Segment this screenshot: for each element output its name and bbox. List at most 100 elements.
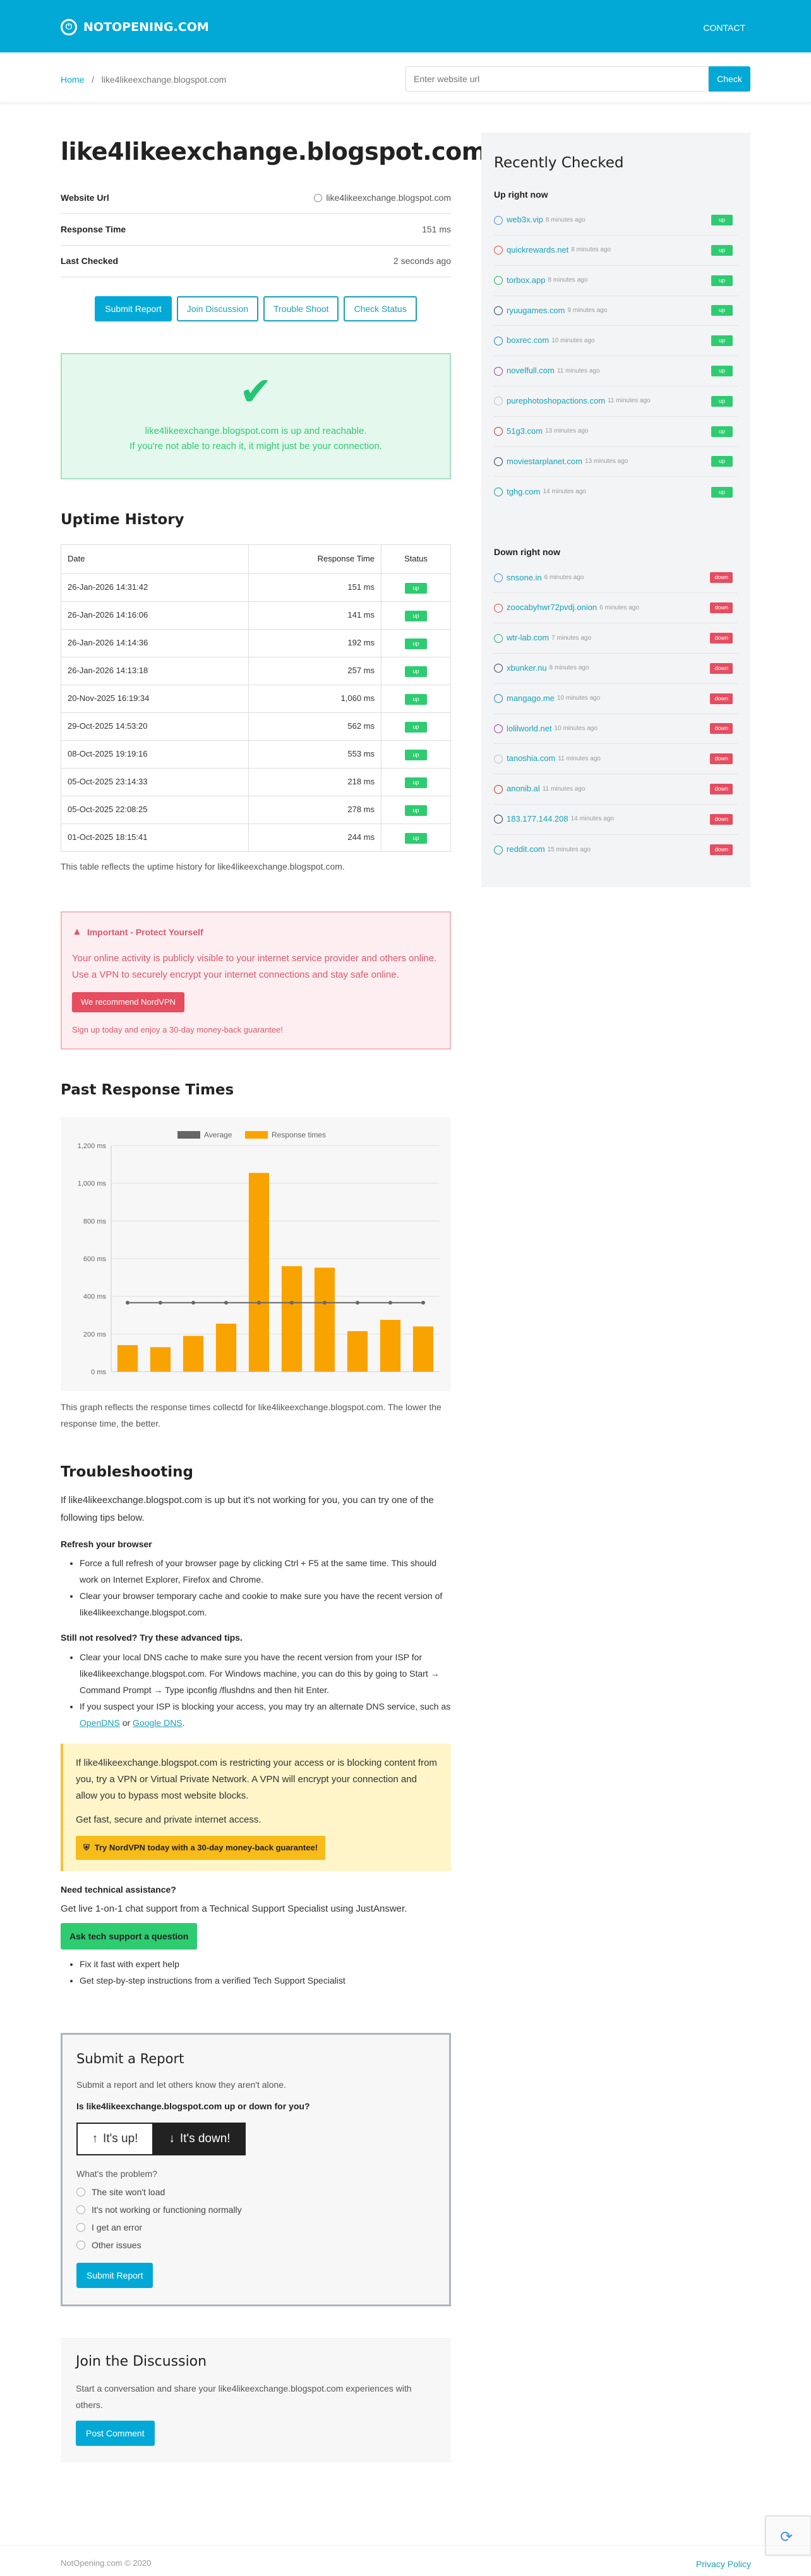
site-link[interactable]: zoocabyhwr72pvdj.onion: [507, 601, 597, 614]
option-site-wont-load[interactable]: The site won't load: [76, 2183, 435, 2201]
site-link[interactable]: xbunker.nu: [507, 662, 547, 675]
vpn-suggestion-text: If like4likeexchange.blogspot.com is res…: [76, 1757, 437, 1801]
globe-icon: [314, 193, 323, 202]
site-link[interactable]: torbox.app: [507, 274, 545, 287]
legend-swatch-average: [177, 1130, 200, 1139]
option-error[interactable]: I get an error: [76, 2219, 435, 2236]
check-button[interactable]: Check: [709, 66, 750, 92]
report-question: Is like4likeexchange.blogspot.com up or …: [76, 2101, 310, 2112]
site-link[interactable]: web3x.vip: [507, 213, 543, 227]
shield-icon: ⛨: [83, 1842, 90, 1852]
post-comment-button[interactable]: Post Comment: [76, 2421, 155, 2447]
option-label: The site won't load: [92, 2186, 165, 2197]
site-link[interactable]: tghg.com: [507, 486, 540, 499]
status-line-2: If you're not able to reach it, it might…: [129, 440, 382, 452]
site-link[interactable]: mangago.me: [507, 692, 555, 705]
brand-logo[interactable]: ⏻ NOTOPENING.COM: [61, 18, 209, 37]
response-time-value: 151 ms: [422, 224, 451, 235]
row-response-time: 562 ms: [248, 712, 381, 741]
list-item: ryuugames.com 9 minutes ago up: [494, 296, 738, 326]
list-item: tghg.com 14 minutes ago up: [494, 477, 738, 507]
sidebar-heading: Recently Checked: [494, 155, 624, 171]
status-badge: down: [710, 753, 733, 765]
site-link[interactable]: ryuugames.com: [507, 304, 565, 318]
refresh-tip-1: Force a full refresh of your browser pag…: [80, 1555, 451, 1588]
up-now-heading: Up right now: [494, 189, 548, 200]
action-buttons: Submit Report Join Discussion Trouble Sh…: [61, 296, 451, 321]
site-link[interactable]: novelfull.com: [507, 364, 555, 378]
status-badge: down: [710, 633, 733, 644]
list-item: lolilworld.net 10 minutes ago down: [494, 714, 738, 745]
breadcrumb-home[interactable]: Home: [61, 75, 84, 85]
privacy-policy-link[interactable]: Privacy Policy: [696, 2557, 751, 2571]
row-date: 01-Oct-2025 18:15:41: [61, 823, 249, 852]
site-link[interactable]: purephotoshopactions.com: [507, 395, 605, 408]
status-badge: up: [405, 582, 427, 594]
recommend-vpn-button[interactable]: We recommend NordVPN: [72, 991, 185, 1013]
try-nordvpn-button[interactable]: ⛨ Try NordVPN today with a 30-day money-…: [76, 1835, 326, 1860]
site-link[interactable]: 51g3.com: [507, 425, 543, 438]
refresh-tip-2: Clear your browser temporary cache and c…: [80, 1588, 451, 1620]
submit-report-button[interactable]: Submit Report: [95, 296, 172, 321]
list-item: mangago.me 10 minutes ago down: [494, 684, 738, 714]
site-link[interactable]: 183.177.144.208: [507, 813, 568, 826]
row-status: up: [381, 712, 451, 741]
col-status: Status: [381, 544, 451, 574]
status-badge: up: [405, 777, 427, 788]
favicon-icon: [494, 694, 503, 704]
radio-icon: [76, 2188, 85, 2197]
opendns-link[interactable]: OpenDNS: [80, 1718, 120, 1728]
warning-icon: ▲: [72, 926, 82, 937]
checked-time: 8 minutes ago: [545, 216, 586, 224]
join-discussion-button[interactable]: Join Discussion: [176, 296, 259, 321]
row-date: 05-Oct-2025 23:14:33: [61, 767, 249, 796]
warning-title: Important - Protect Yourself: [87, 926, 203, 937]
y-tick-label: 400 ms: [83, 1293, 107, 1301]
website-url-input[interactable]: [406, 66, 709, 92]
y-tick-label: 600 ms: [83, 1255, 107, 1263]
site-link[interactable]: snsone.in: [507, 572, 542, 585]
its-down-button[interactable]: ↓ It's down!: [153, 2122, 246, 2155]
option-other[interactable]: Other issues: [76, 2236, 435, 2254]
ask-tech-support-button[interactable]: Ask tech support a question: [61, 1922, 198, 1950]
site-link[interactable]: reddit.com: [507, 843, 545, 856]
status-badge: up: [405, 805, 427, 816]
average-point: [356, 1300, 359, 1305]
row-status: up: [381, 740, 451, 769]
check-status-button[interactable]: Check Status: [344, 296, 417, 321]
table-row: 26-Jan-2026 14:16:06 141 ms up: [61, 601, 451, 630]
googledns-link[interactable]: Google DNS: [133, 1718, 183, 1728]
status-badge: up: [711, 335, 733, 347]
option-not-working[interactable]: It's not working or functioning normally: [76, 2201, 435, 2219]
row-status: up: [381, 767, 451, 796]
checked-time: 10 minutes ago: [551, 337, 595, 344]
site-link[interactable]: moviestarplanet.com: [507, 455, 582, 469]
checked-time: 14 minutes ago: [543, 488, 586, 496]
y-tick-label: 200 ms: [83, 1331, 107, 1338]
site-link[interactable]: lolilworld.net: [507, 722, 552, 736]
bar: [412, 1326, 434, 1372]
site-link[interactable]: wtr-lab.com: [507, 632, 549, 645]
report-submit-button[interactable]: Submit Report: [76, 2263, 153, 2289]
row-date: 05-Oct-2025 22:08:25: [61, 795, 249, 824]
discussion-heading: Join the Discussion: [76, 2354, 207, 2370]
site-link[interactable]: quickrewards.net: [507, 244, 568, 257]
contact-link[interactable]: CONTACT: [703, 21, 745, 35]
table-row: 05-Oct-2025 22:08:25 278 ms up: [61, 795, 451, 824]
status-badge: down: [710, 844, 733, 856]
website-url-value: like4likeexchange.blogspot.com: [326, 193, 451, 203]
site-link[interactable]: anonib.al: [507, 782, 540, 796]
row-response-time: 244 ms: [248, 823, 381, 852]
report-sub: Submit a report and let others know they…: [76, 2079, 286, 2090]
status-badge: up: [711, 215, 733, 226]
arrow-up-icon: ↑: [92, 2131, 99, 2145]
site-link[interactable]: tanoshia.com: [507, 752, 555, 765]
trouble-shoot-button[interactable]: Trouble Shoot: [263, 296, 339, 321]
checked-time: 8 minutes ago: [549, 664, 589, 672]
site-link[interactable]: boxrec.com: [507, 334, 549, 347]
row-response-time: 553 ms: [248, 740, 381, 769]
its-up-button[interactable]: ↑ It's up!: [76, 2122, 153, 2155]
advanced-heading: Still not resolved? Try these advanced t…: [61, 1632, 243, 1643]
favicon-icon: [494, 784, 503, 794]
recently-checked-sidebar: Recently Checked Up right now web3x.vip …: [481, 133, 750, 887]
